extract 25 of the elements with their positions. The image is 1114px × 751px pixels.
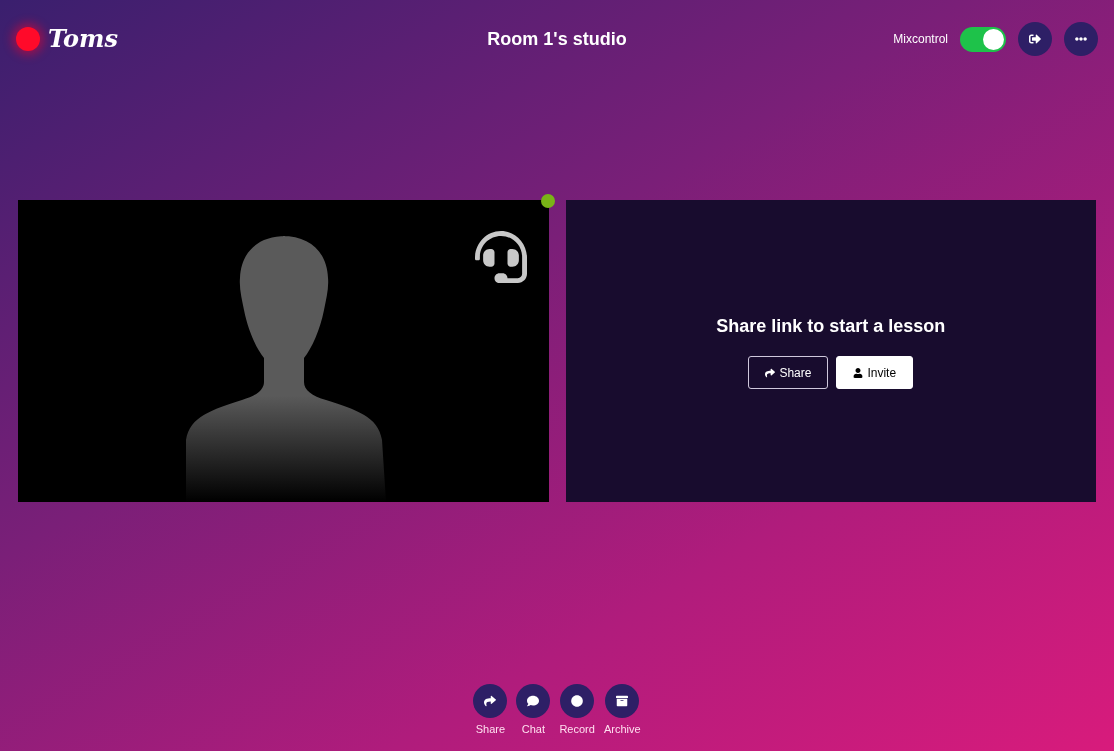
toolbar-label: Archive xyxy=(603,721,641,737)
invite-button[interactable]: Invite xyxy=(836,356,914,390)
mixcontrol-toggle[interactable] xyxy=(960,26,1006,52)
archive-icon xyxy=(616,694,629,707)
window-title: Room 1's studio xyxy=(487,28,627,51)
record-indicator xyxy=(16,27,40,51)
record-button[interactable] xyxy=(560,683,595,718)
more-button[interactable] xyxy=(1064,22,1098,56)
toolbar-label: Record xyxy=(559,721,595,737)
chat-button[interactable] xyxy=(516,683,551,718)
share-button[interactable] xyxy=(473,683,508,718)
record-icon xyxy=(571,694,584,707)
exit-icon xyxy=(1029,33,1041,45)
toolbar-label: Share xyxy=(475,721,506,737)
person-icon xyxy=(853,367,864,378)
logo: Toms xyxy=(48,23,119,55)
leave-button[interactable] xyxy=(1018,22,1052,56)
chat-icon xyxy=(527,694,540,707)
share-icon xyxy=(484,694,497,707)
panel-heading: Share link to start a lesson xyxy=(716,315,946,339)
mixcontrol-label: Mixcontrol xyxy=(893,31,948,47)
share-icon xyxy=(765,367,776,378)
toolbar-label: Chat xyxy=(521,721,546,737)
share-button[interactable]: Share xyxy=(748,356,829,390)
archive-button[interactable] xyxy=(605,683,640,718)
